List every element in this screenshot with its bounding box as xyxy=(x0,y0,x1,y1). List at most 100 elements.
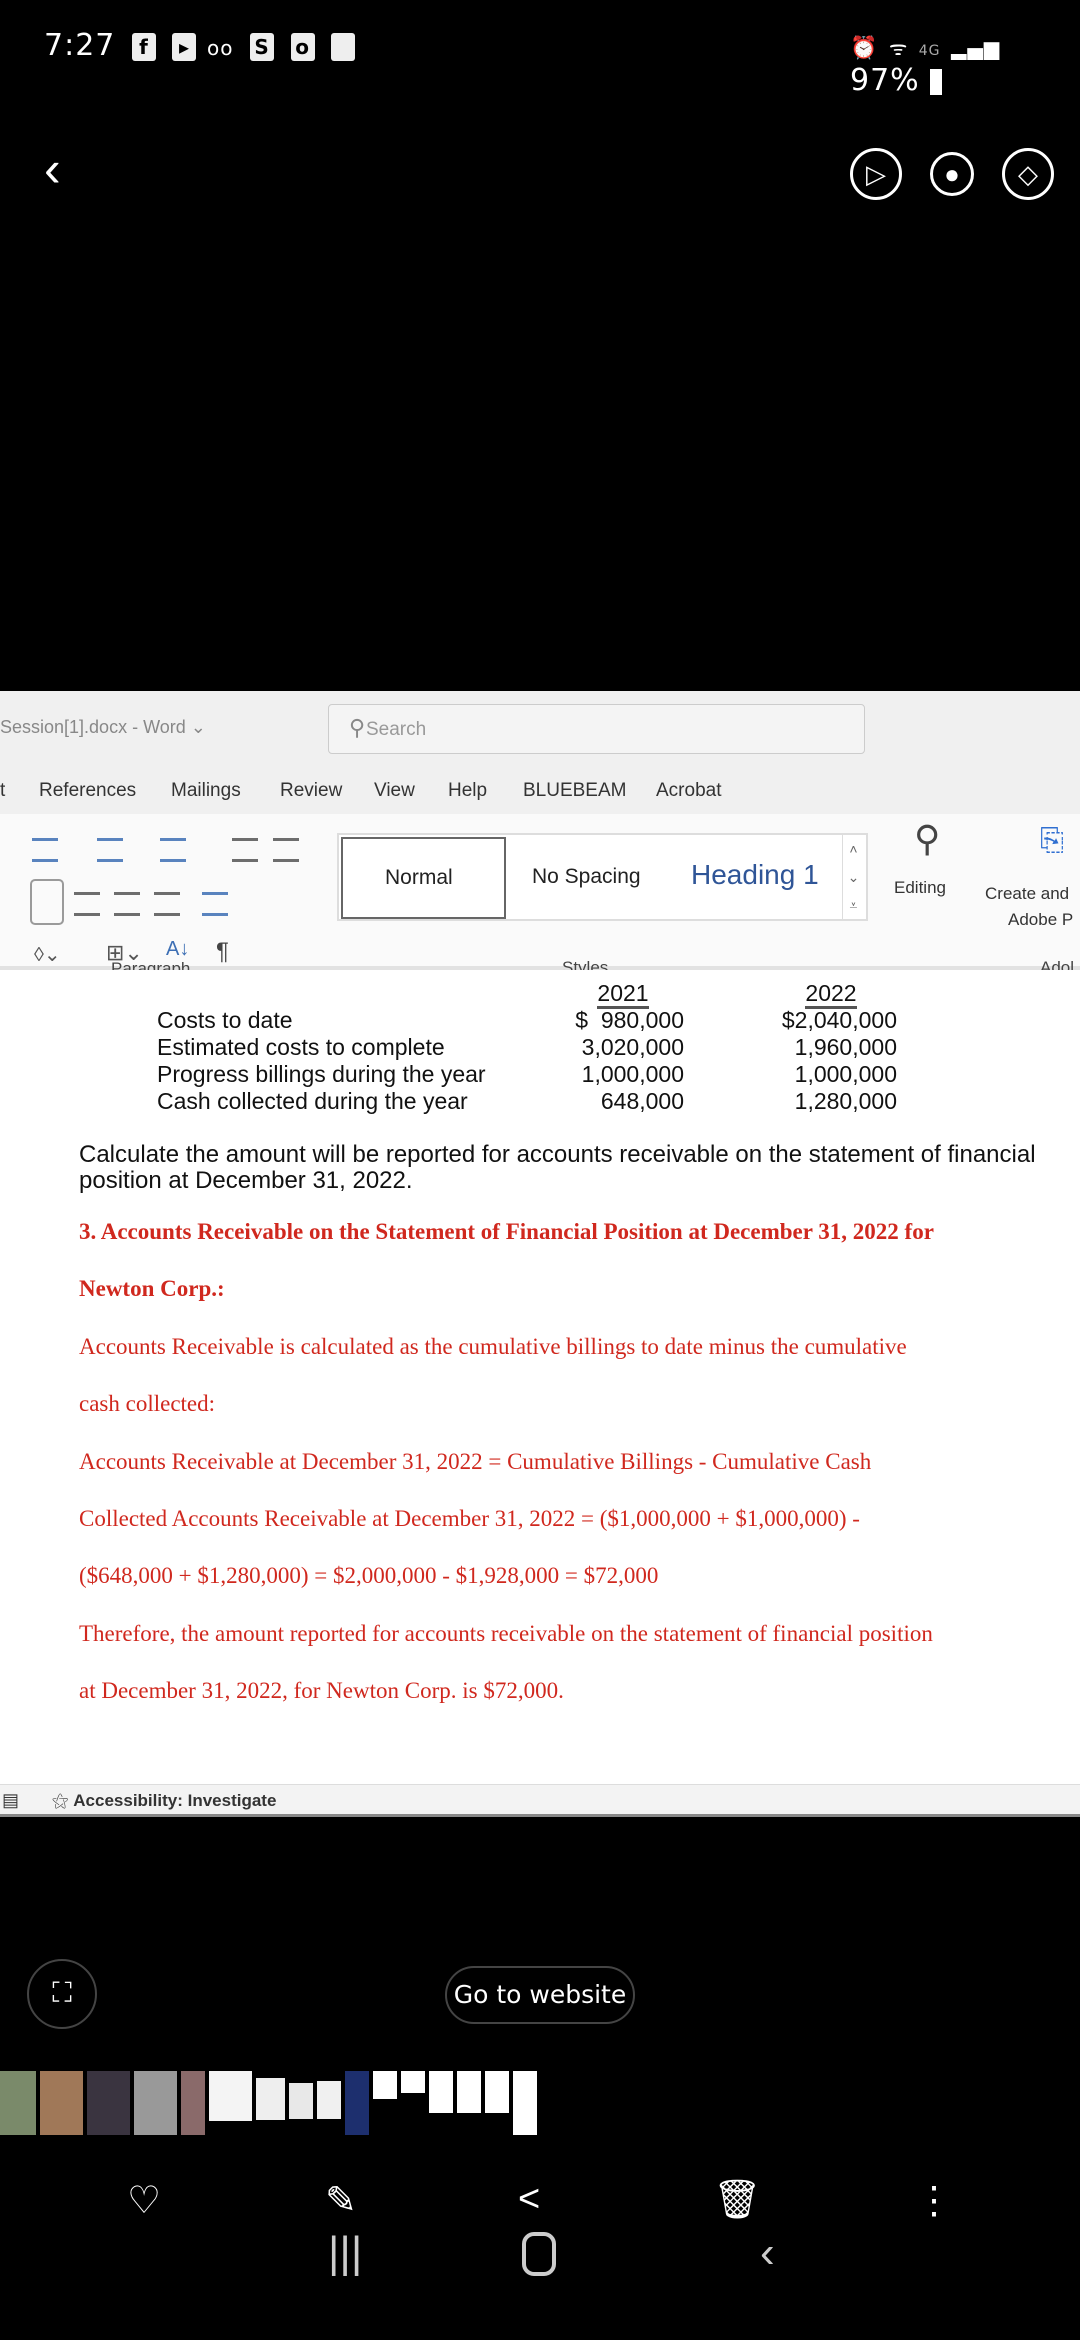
shading-icon[interactable]: ◊⌄ xyxy=(34,942,61,967)
search-placeholder: Search xyxy=(366,719,427,740)
multilevel-list-icon[interactable] xyxy=(160,838,186,862)
answer-heading: 3. Accounts Receivable on the Statement … xyxy=(79,1219,934,1244)
thumbnail[interactable] xyxy=(181,2071,205,2135)
word-screenshot: Session[1].docx - Word ⌄ ⚲ Search t Refe… xyxy=(0,691,1080,1817)
back-button[interactable]: ‹ xyxy=(44,140,61,198)
focus-icon[interactable]: ▤ xyxy=(2,1790,19,1811)
decrease-indent-icon[interactable] xyxy=(232,838,258,862)
tab-references[interactable]: References xyxy=(39,780,136,802)
recents-button[interactable]: ||| xyxy=(328,2228,362,2278)
editing-button[interactable]: Editing xyxy=(894,878,946,898)
more-vertical-icon: ⋮ xyxy=(915,2180,953,2222)
nav-back-button[interactable]: ‹ xyxy=(760,2228,775,2278)
column-2022: 2022 $2,040,000 1,960,000 1,000,000 1,28… xyxy=(781,980,897,1114)
thumbnail[interactable] xyxy=(513,2071,537,2135)
pencil-icon: ✎ xyxy=(325,2180,357,2222)
scan-image-button[interactable]: ⛶ xyxy=(27,1959,97,2029)
share-button[interactable]: < xyxy=(518,2178,540,2221)
thumbnail[interactable] xyxy=(134,2071,177,2135)
file-icon xyxy=(331,32,356,61)
answer-line: Accounts Receivable at December 31, 2022… xyxy=(79,1449,872,1474)
answer-line: cash collected: xyxy=(79,1391,216,1416)
thumbnail[interactable] xyxy=(429,2071,453,2113)
thumbnail[interactable] xyxy=(289,2083,313,2119)
answer-line: ($648,000 + $1,280,000) = $2,000,000 - $… xyxy=(79,1563,659,1588)
edit-button[interactable]: ✎ xyxy=(325,2178,357,2223)
tab-insert[interactable]: t xyxy=(0,780,5,802)
header-2021: 2021 xyxy=(597,980,649,1009)
clock: 7:27 xyxy=(44,28,116,63)
facebook-icon: f xyxy=(131,32,156,61)
find-icon[interactable]: ⚲ xyxy=(914,818,940,860)
outlook-icon: o xyxy=(290,32,315,61)
rotate-button[interactable]: ◇ xyxy=(1002,148,1054,200)
table-row-label: Cash collected during the year xyxy=(157,1088,468,1114)
align-center-icon[interactable] xyxy=(74,892,100,916)
create-pdf-button[interactable]: Create and xyxy=(985,884,1069,904)
status-bar-left: 7:27 f ▸ oo S o xyxy=(44,28,356,63)
thumbnail[interactable] xyxy=(40,2071,83,2135)
bullets-icon[interactable] xyxy=(32,838,58,862)
table-row-label: Costs to date xyxy=(157,1007,293,1033)
numbering-icon[interactable] xyxy=(97,838,123,862)
style-heading-1[interactable]: Heading 1 xyxy=(691,859,819,891)
column-2021: 2021 $ 980,000 3,020,000 1,000,000 648,0… xyxy=(575,980,684,1114)
document-title: Session[1].docx - Word ⌄ xyxy=(0,717,206,737)
thumbnail[interactable] xyxy=(0,2071,36,2135)
delete-button[interactable]: 🗑 xyxy=(713,2178,761,2222)
thumbnail[interactable] xyxy=(485,2071,509,2113)
more-button[interactable]: ⋮ xyxy=(915,2178,953,2223)
thumbnail[interactable] xyxy=(345,2071,369,2135)
align-right-icon[interactable] xyxy=(114,892,140,916)
gallery-scroll[interactable]: ˄ ⌄ ⩡ xyxy=(842,835,864,919)
chevron-left-icon: ‹ xyxy=(44,141,61,197)
ribbon: ◊⌄ ⊞⌄ A↓ ¶ Paragraph Normal No Spacing H… xyxy=(0,814,1080,978)
heart-icon: ♡ xyxy=(127,2180,162,2222)
style-no-spacing[interactable]: No Spacing xyxy=(532,865,641,889)
pilcrow-icon[interactable]: ¶ xyxy=(216,938,229,966)
tab-review[interactable]: Review xyxy=(280,780,342,802)
style-normal[interactable]: Normal xyxy=(341,837,506,919)
thumbnail[interactable] xyxy=(457,2071,481,2113)
answer-line: Collected Accounts Receivable at Decembe… xyxy=(79,1506,860,1531)
create-pdf-icon: ⎘ xyxy=(1040,824,1064,857)
increase-indent-icon[interactable] xyxy=(273,838,299,862)
thumbnail[interactable] xyxy=(87,2071,130,2135)
thumbnail[interactable] xyxy=(209,2071,252,2121)
table-row-label: Progress billings during the year xyxy=(157,1061,486,1087)
tab-bluebeam[interactable]: BLUEBEAM xyxy=(523,780,626,802)
youtube-icon: ▸ xyxy=(172,32,197,61)
home-button[interactable] xyxy=(522,2232,556,2276)
tab-help[interactable]: Help xyxy=(448,780,487,802)
search-box[interactable]: ⚲ Search xyxy=(328,704,865,754)
view-button[interactable]: ● xyxy=(930,152,974,196)
wifi-icon: ᯤ xyxy=(888,36,909,60)
search-icon: ⚲ xyxy=(349,715,366,740)
line-spacing-icon[interactable] xyxy=(202,892,228,916)
justify-icon[interactable] xyxy=(154,892,180,916)
tab-acrobat[interactable]: Acrobat xyxy=(656,780,721,802)
answer-heading-2: Newton Corp.: xyxy=(79,1276,225,1301)
sort-icon[interactable]: A↓ xyxy=(166,938,189,961)
table-labels: Costs to date Estimated costs to complet… xyxy=(157,1007,486,1115)
thumbnail[interactable] xyxy=(317,2081,341,2119)
thumbnail[interactable] xyxy=(401,2071,425,2093)
align-left-icon[interactable] xyxy=(30,879,64,925)
battery-icon xyxy=(930,68,943,95)
accessibility-status[interactable]: ⚝ Accessibility: Investigate xyxy=(52,1791,276,1811)
header-2022: 2022 xyxy=(805,980,857,1009)
thumbnail[interactable] xyxy=(373,2071,397,2099)
signal-icon: ▂▄▆ xyxy=(951,36,1001,60)
battery-percent: 97% xyxy=(850,63,920,98)
go-to-website-button[interactable]: Go to website xyxy=(445,1966,635,2024)
s-app-icon: S xyxy=(250,32,275,61)
favorite-button[interactable]: ♡ xyxy=(127,2178,161,2223)
thumbnail[interactable] xyxy=(256,2078,285,2120)
tab-view[interactable]: View xyxy=(374,780,415,802)
voicemail-icon: oo xyxy=(207,36,234,60)
play-sparkle-icon: ▷ xyxy=(866,159,886,189)
status-bar-right: ⏰ ᯤ 4G ▂▄▆ 97% xyxy=(850,28,1080,98)
remaster-button[interactable]: ▷ xyxy=(850,148,902,200)
tab-mailings[interactable]: Mailings xyxy=(171,780,241,802)
answer-line: Accounts Receivable is calculated as the… xyxy=(79,1334,907,1359)
